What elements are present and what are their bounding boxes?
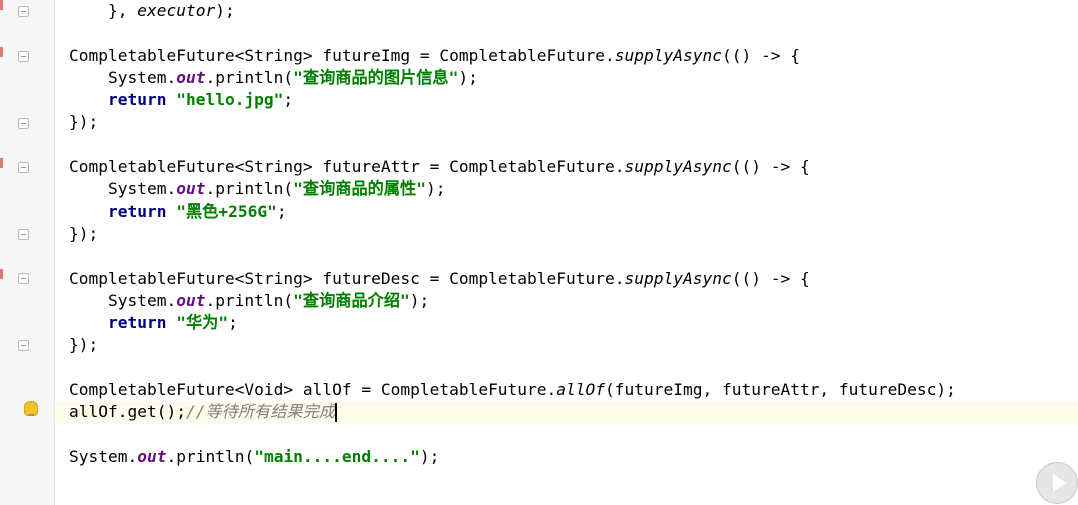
code-line[interactable]: allOf.get();//等待所有结果完成 (69, 401, 956, 423)
code-token: supplyAsync (624, 157, 732, 177)
code-token: System. (69, 446, 138, 466)
code-token: .println( (166, 446, 255, 466)
code-token: executor (137, 1, 216, 20)
code-token: allOf.get(); (69, 402, 186, 422)
fold-marker-icon[interactable] (18, 51, 29, 62)
code-line[interactable]: }); (69, 223, 956, 245)
code-token: ; (228, 313, 238, 333)
code-line[interactable]: return "hello.jpg"; (69, 89, 956, 111)
fold-marker-icon[interactable] (18, 118, 29, 129)
code-token: ); (458, 67, 478, 87)
code-line[interactable]: return "黑色+256G"; (69, 201, 956, 223)
change-marker (0, 47, 3, 57)
code-line[interactable]: return "华为"; (69, 312, 956, 334)
code-line[interactable]: CompletableFuture<String> futureImg = Co… (69, 45, 956, 67)
code-line[interactable]: }); (69, 111, 956, 133)
code-token: return (107, 90, 167, 110)
change-marker (0, 0, 3, 10)
code-token: CompletableFuture<String> futureImg = Co… (69, 45, 615, 65)
code-token: "main....end...." (254, 446, 420, 466)
code-token: .println( (205, 290, 294, 310)
editor-gutter (0, 0, 55, 505)
code-token: .println( (205, 179, 294, 199)
code-token: CompletableFuture<String> futureDesc = C… (69, 268, 625, 288)
code-token: (() -> { (721, 45, 800, 65)
code-token: }, (69, 1, 138, 20)
code-token: "查询商品的属性" (293, 179, 426, 199)
code-token: "黑色+256G" (176, 201, 277, 221)
code-token: "查询商品的图片信息" (293, 67, 459, 87)
code-token: System. (69, 179, 177, 199)
code-line[interactable]: CompletableFuture<Void> allOf = Completa… (69, 379, 956, 401)
code-token: System. (69, 67, 177, 87)
code-line[interactable]: System.out.println("查询商品的图片信息"); (69, 67, 956, 89)
code-token: }); (69, 223, 99, 243)
code-line[interactable]: }, executor); (69, 0, 956, 22)
code-line[interactable]: CompletableFuture<String> futureAttr = C… (69, 156, 956, 178)
code-line[interactable] (69, 357, 956, 379)
fold-marker-icon[interactable] (18, 229, 29, 240)
code-token: (() -> { (731, 268, 810, 288)
code-token: //等待所有结果完成 (185, 402, 335, 422)
text-caret (334, 403, 337, 423)
lightbulb-icon[interactable] (24, 401, 38, 416)
code-line[interactable]: System.out.println("main....end...."); (69, 446, 956, 468)
code-token: }); (69, 335, 99, 355)
code-token: allOf (556, 380, 606, 400)
code-token: CompletableFuture<String> futureAttr = C… (69, 157, 625, 177)
fold-marker-icon[interactable] (18, 6, 29, 17)
code-token: return (107, 201, 167, 221)
code-token: ; (283, 90, 294, 110)
code-token: "华为" (176, 313, 229, 333)
code-line[interactable]: }); (69, 334, 956, 356)
code-token: ; (276, 201, 287, 221)
change-marker (0, 269, 3, 279)
fold-marker-icon[interactable] (18, 340, 29, 351)
code-line[interactable]: CompletableFuture<String> futureDesc = C… (69, 268, 956, 290)
code-token: (() -> { (731, 157, 810, 177)
code-token: supplyAsync (614, 45, 722, 65)
code-token: .println( (205, 67, 294, 87)
fold-marker-icon[interactable] (18, 273, 29, 284)
fold-marker-icon[interactable] (18, 162, 29, 173)
code-line[interactable] (69, 424, 956, 446)
code-token: out (137, 446, 167, 466)
code-line[interactable] (69, 245, 956, 267)
code-token: CompletableFuture<Void> allOf = Completa… (69, 380, 557, 400)
code-token: "hello.jpg" (176, 90, 284, 110)
code-token: "查询商品介绍" (293, 290, 410, 310)
code-token: ); (419, 446, 440, 466)
code-token: out (176, 67, 206, 87)
code-line[interactable] (69, 22, 956, 44)
code-line[interactable]: System.out.println("查询商品介绍"); (69, 290, 956, 312)
code-token: supplyAsync (624, 268, 732, 288)
code-editor[interactable]: }, executor); CompletableFuture<String> … (69, 0, 956, 468)
code-token: return (107, 313, 167, 333)
change-marker (0, 158, 3, 168)
code-token: ); (409, 290, 430, 310)
code-token: ); (425, 179, 446, 199)
code-token: }); (69, 112, 99, 132)
code-token: System. (69, 290, 177, 310)
code-token: out (176, 179, 206, 199)
play-icon[interactable] (1036, 462, 1078, 504)
code-token: (futureImg, futureAttr, futureDesc); (605, 380, 956, 400)
code-line[interactable] (69, 134, 956, 156)
code-line[interactable]: System.out.println("查询商品的属性"); (69, 178, 956, 200)
code-token: ); (215, 1, 235, 20)
code-token: out (176, 290, 206, 310)
